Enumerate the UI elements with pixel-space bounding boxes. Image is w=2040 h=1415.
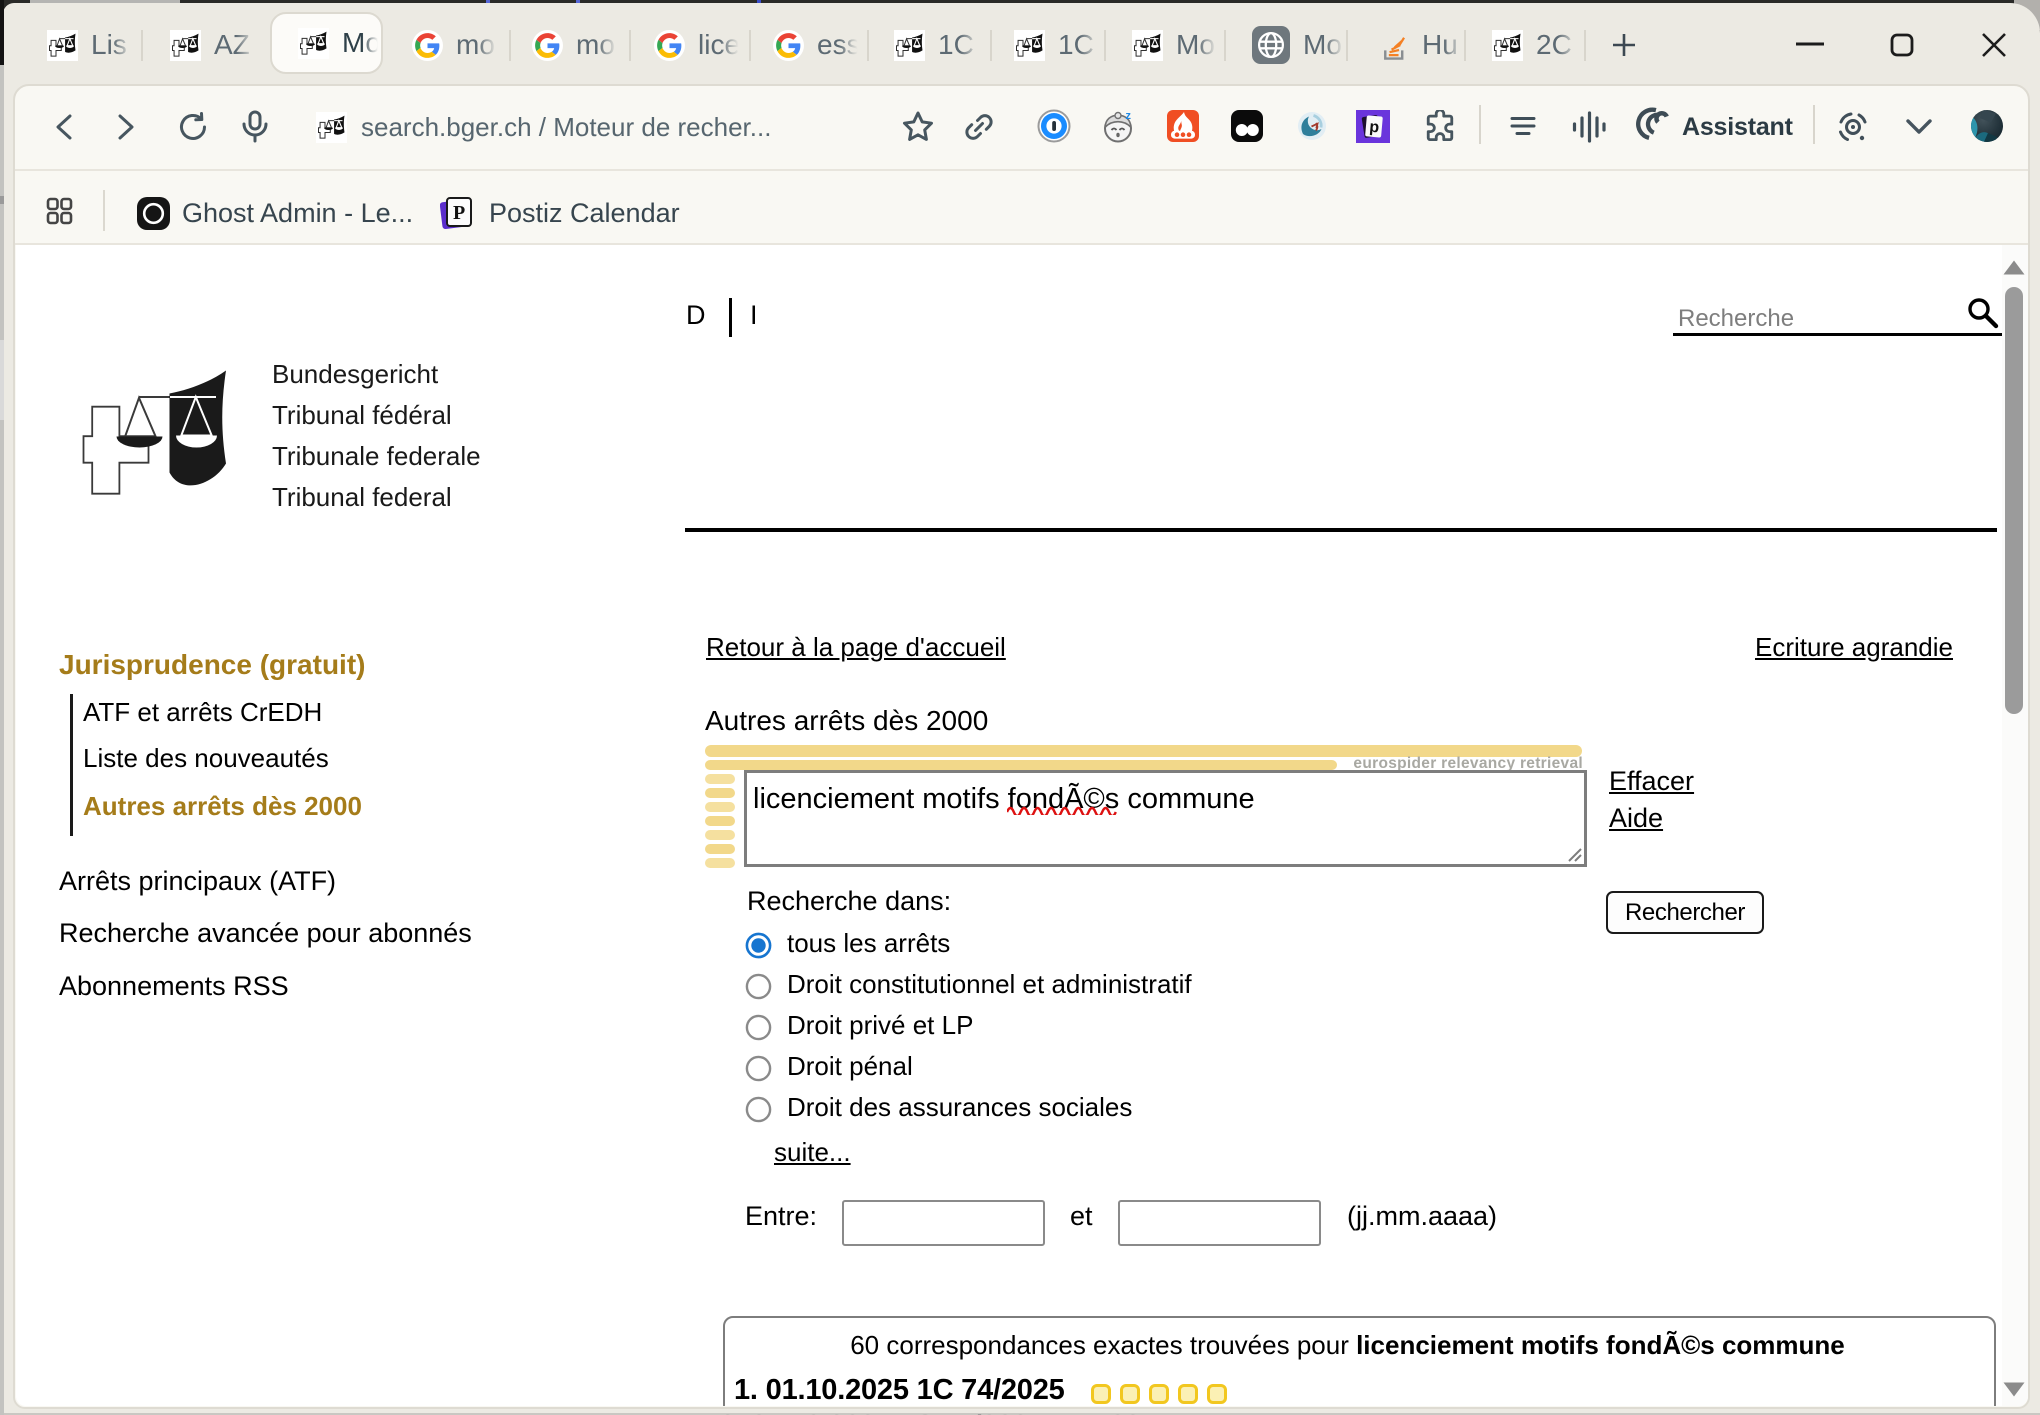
svg-text:P: P — [453, 202, 465, 224]
svg-text:p: p — [1369, 119, 1380, 137]
svg-text:z: z — [1126, 110, 1132, 122]
